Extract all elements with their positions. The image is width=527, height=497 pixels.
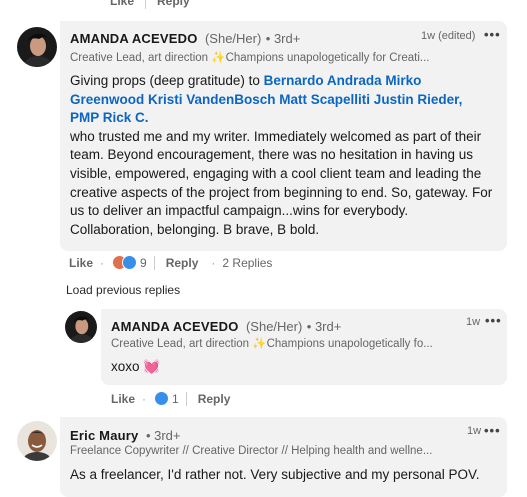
divider <box>153 255 155 270</box>
pronouns: (She/Her) <box>245 319 303 334</box>
reply-button[interactable]: Reply <box>166 256 199 270</box>
author-name[interactable]: AMANDA ACEVEDO <box>111 319 239 334</box>
author-name[interactable]: AMANDA ACEVEDO <box>70 31 198 46</box>
load-previous-replies-button[interactable]: Load previous replies <box>66 283 180 297</box>
comment-body: who trusted me and my writer. Immediatel… <box>70 128 493 237</box>
more-options-icon[interactable]: ••• <box>485 313 502 328</box>
more-options-icon[interactable]: ••• <box>484 423 501 438</box>
reactions-summary[interactable]: 9 <box>112 255 147 270</box>
reaction-count: 1 <box>172 391 179 406</box>
comment-bubble: AMANDA ACEVEDO (She/Her) • 3rd+ 1w (edit… <box>60 21 507 251</box>
timestamp: 1w <box>467 425 482 437</box>
timestamp: 1w <box>466 316 481 328</box>
separator-dot: · <box>142 391 147 406</box>
divider <box>185 391 187 406</box>
timestamp: 1w (edited) <box>421 30 476 42</box>
avatar[interactable] <box>17 27 57 67</box>
author-headline: Creative Lead, art direction ✨Champions … <box>70 52 430 64</box>
avatar[interactable] <box>65 311 97 343</box>
divider <box>145 0 146 9</box>
like-button[interactable]: Like <box>111 392 135 406</box>
top-like-button[interactable]: Like <box>110 0 134 8</box>
separator-dot: · <box>211 255 216 270</box>
pronouns: (She/Her) <box>204 31 262 46</box>
reply-text: xoxo 💓 <box>111 359 161 374</box>
comment-bubble: Eric Maury • 3rd+ 1w ••• Freelance Copyw… <box>60 417 507 497</box>
reaction-count: 9 <box>140 255 147 270</box>
top-reply-button[interactable]: Reply <box>157 0 190 8</box>
like-reaction-icon <box>154 391 170 406</box>
author-headline: Creative Lead, art direction ✨Champions … <box>111 338 433 350</box>
author-headline: Freelance Copywriter // Creative Directo… <box>70 445 433 457</box>
comment-text: Giving props (deep gratitude) to Bernard… <box>70 72 495 239</box>
comment-text: As a freelancer, I'd rather not. Very su… <box>70 467 480 482</box>
replies-link[interactable]: 2 Replies <box>222 256 272 270</box>
author-name[interactable]: Eric Maury <box>70 428 138 443</box>
connection-degree: • 3rd+ <box>265 31 301 46</box>
like-reaction-icon <box>122 255 138 270</box>
comment-intro: Giving props (deep gratitude) to <box>70 73 264 88</box>
more-options-icon[interactable]: ••• <box>484 27 501 42</box>
separator-dot: · <box>100 255 105 270</box>
reply-bubble: AMANDA ACEVEDO (She/Her) • 3rd+ 1w ••• C… <box>101 309 507 385</box>
avatar[interactable] <box>17 421 57 461</box>
reply-button[interactable]: Reply <box>198 392 231 406</box>
like-button[interactable]: Like <box>69 256 93 270</box>
connection-degree: • 3rd+ <box>145 428 181 443</box>
reactions-summary[interactable]: 1 <box>154 391 179 406</box>
connection-degree: • 3rd+ <box>306 319 342 334</box>
